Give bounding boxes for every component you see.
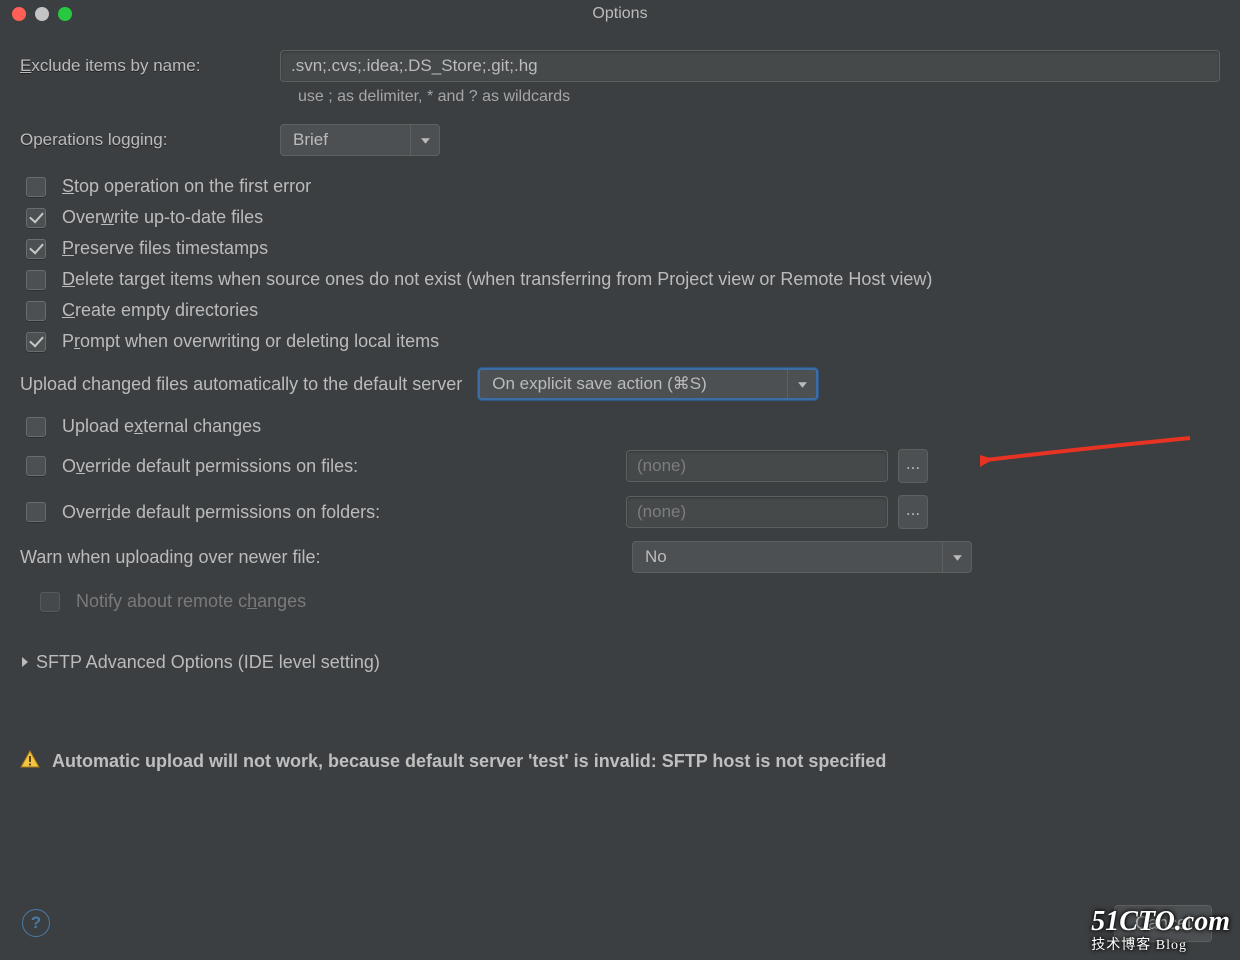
chevron-down-icon: [787, 370, 816, 398]
upload-external-checkbox[interactable]: [26, 417, 46, 437]
minimize-window-button[interactable]: [35, 7, 49, 21]
options-panel: Exclude items by name: use ; as delimite…: [0, 28, 1240, 774]
warn-newer-label: Warn when uploading over newer file:: [20, 547, 632, 568]
override-folders-browse-button[interactable]: ...: [898, 495, 928, 529]
warning-banner: Automatic upload will not work, because …: [20, 749, 1220, 774]
chevron-down-icon: [942, 542, 971, 572]
override-folders-value[interactable]: [626, 496, 888, 528]
sftp-advanced-expander[interactable]: SFTP Advanced Options (IDE level setting…: [20, 652, 1220, 673]
window-title: Options: [592, 5, 647, 22]
title-bar: Options: [0, 0, 1240, 28]
override-files-value[interactable]: [626, 450, 888, 482]
overwrite-uptodate-option[interactable]: Overwrite up-to-date files: [26, 207, 1220, 228]
warn-newer-select[interactable]: No: [632, 541, 972, 573]
exclude-label: Exclude items by name:: [20, 56, 280, 76]
dialog-button-bar: ? Cancel: [0, 896, 1240, 950]
create-empty-checkbox[interactable]: [26, 301, 46, 321]
stop-first-error-option[interactable]: Stop operation on the first error: [26, 176, 1220, 197]
notify-remote-checkbox: [40, 592, 60, 612]
overwrite-uptodate-checkbox[interactable]: [26, 208, 46, 228]
help-button[interactable]: ?: [22, 909, 50, 937]
prompt-overwrite-checkbox[interactable]: [26, 332, 46, 352]
close-window-button[interactable]: [12, 7, 26, 21]
preserve-ts-checkbox[interactable]: [26, 239, 46, 259]
ops-logging-label: Operations logging:: [20, 130, 280, 150]
delete-target-option[interactable]: Delete target items when source ones do …: [26, 269, 1220, 290]
override-files-browse-button[interactable]: ...: [898, 449, 928, 483]
override-files-option[interactable]: Override default permissions on files:: [26, 456, 626, 477]
notify-remote-option: Notify about remote changes: [40, 591, 1220, 612]
triangle-right-icon: [20, 652, 30, 673]
preserve-ts-option[interactable]: Preserve files timestamps: [26, 238, 1220, 259]
window-controls: [12, 7, 72, 21]
prompt-overwrite-option[interactable]: Prompt when overwriting or deleting loca…: [26, 331, 1220, 352]
auto-upload-label: Upload changed files automatically to th…: [20, 374, 462, 395]
ops-logging-select[interactable]: Brief: [280, 124, 440, 156]
maximize-window-button[interactable]: [58, 7, 72, 21]
delete-target-checkbox[interactable]: [26, 270, 46, 290]
chevron-down-icon: [410, 125, 439, 155]
override-folders-option[interactable]: Override default permissions on folders:: [26, 502, 626, 523]
override-files-checkbox[interactable]: [26, 456, 46, 476]
stop-first-error-checkbox[interactable]: [26, 177, 46, 197]
cancel-button[interactable]: Cancel: [1114, 905, 1212, 942]
create-empty-option[interactable]: Create empty directories: [26, 300, 1220, 321]
override-folders-checkbox[interactable]: [26, 502, 46, 522]
exclude-items-input[interactable]: [280, 50, 1220, 82]
upload-external-option[interactable]: Upload external changes: [26, 416, 1220, 437]
auto-upload-select[interactable]: On explicit save action (⌘S): [478, 368, 818, 400]
warning-icon: [20, 749, 40, 774]
exclude-hint: use ; as delimiter, * and ? as wildcards: [298, 88, 1220, 106]
